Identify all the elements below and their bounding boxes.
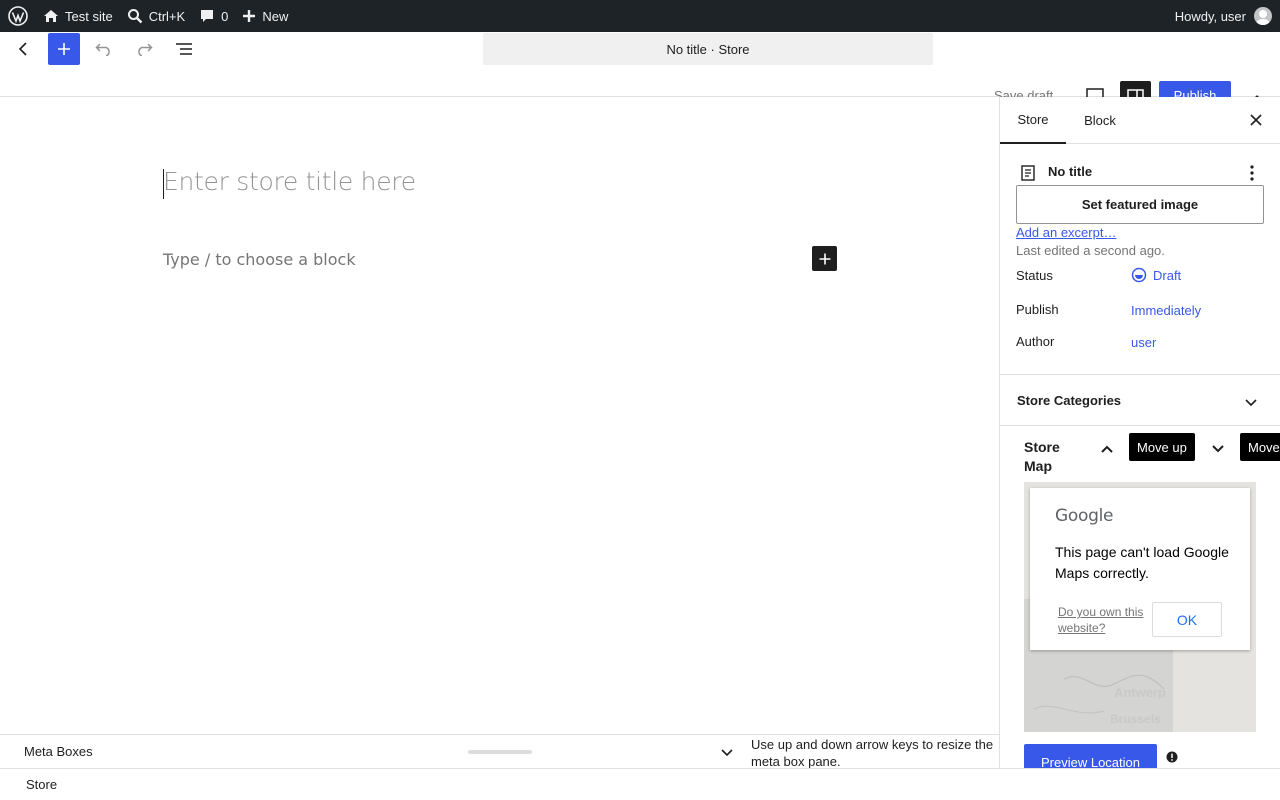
chevron-down-icon xyxy=(1245,399,1257,407)
default-block-appender[interactable]: Type / to choose a block xyxy=(163,250,356,269)
publish-button[interactable]: Publish xyxy=(1159,81,1231,98)
list-view-icon xyxy=(176,43,192,55)
redo-button[interactable] xyxy=(132,37,156,61)
post-title: No title xyxy=(1048,164,1093,179)
title-input[interactable]: Enter store title here xyxy=(163,167,416,196)
tab-block[interactable]: Block xyxy=(1066,97,1134,144)
tab-store[interactable]: Store xyxy=(1000,97,1066,144)
editor-header: No title · Store Save draft Publish xyxy=(0,32,1280,98)
plus-icon xyxy=(243,10,256,22)
block-inserter-toggle[interactable] xyxy=(48,33,80,65)
google-logo: Google xyxy=(1055,506,1114,526)
plus-icon xyxy=(58,43,70,55)
search-shortcut-label: Ctrl+K xyxy=(148,8,186,24)
preview-location-button[interactable]: Preview Location xyxy=(1024,744,1157,768)
set-featured-image-button[interactable]: Set featured image xyxy=(1016,185,1264,224)
editor-canvas: Enter store title here Type / to choose … xyxy=(0,97,999,734)
draft-status-icon xyxy=(1131,267,1147,283)
map-error-dialog: Google This page can't load Google Maps … xyxy=(1030,488,1250,650)
text-caret xyxy=(163,169,164,199)
move-down-tooltip: Move xyxy=(1240,433,1280,461)
status-button[interactable]: Draft xyxy=(1131,267,1181,283)
publish-date-button[interactable]: Immediately xyxy=(1131,303,1201,318)
tab-block-label: Block xyxy=(1084,113,1116,128)
chevron-up-icon xyxy=(1101,445,1113,453)
chevron-down-icon xyxy=(1212,445,1224,453)
undo-icon xyxy=(95,43,110,56)
document-overview-button[interactable] xyxy=(172,37,196,61)
comment-bubble-icon xyxy=(201,10,214,22)
move-down-button[interactable] xyxy=(1207,438,1229,460)
store-categories-panel[interactable]: Store Categories xyxy=(1000,374,1280,426)
home-icon xyxy=(44,10,58,22)
status-value: Draft xyxy=(1153,267,1182,283)
admin-bar: Test site Ctrl+K 0 New Howdy, user xyxy=(0,0,1280,32)
tab-store-label: Store xyxy=(1017,112,1049,127)
sidebar-tabs: Store Block xyxy=(1000,97,1280,144)
chevron-left-icon xyxy=(18,42,27,56)
map-city-label: Antwerp xyxy=(1114,685,1166,700)
site-name-label: Test site xyxy=(65,8,113,24)
meta-boxes-title: Meta Boxes xyxy=(24,744,93,759)
document-title-bar[interactable]: No title · Store xyxy=(483,33,933,65)
map-city-label: Brussels xyxy=(1110,712,1161,726)
my-account-link[interactable]: Howdy, user xyxy=(1168,0,1280,32)
resize-help-text: Use up and down arrow keys to resize the… xyxy=(751,737,994,769)
map-error-message: This page can't load Google Maps correct… xyxy=(1055,544,1229,581)
ok-button[interactable]: OK xyxy=(1152,602,1222,637)
panel-title: Store Categories xyxy=(1017,393,1122,408)
move-up-tooltip: Move up xyxy=(1129,433,1195,461)
more-vertical-icon[interactable] xyxy=(1242,163,1262,183)
new-label: New xyxy=(262,8,289,24)
new-content-link[interactable]: New xyxy=(235,0,295,32)
plus-icon xyxy=(819,253,830,264)
close-sidebar-button[interactable] xyxy=(1244,108,1268,132)
breadcrumb[interactable]: Store xyxy=(26,777,57,792)
wordpress-logo-icon[interactable] xyxy=(0,0,36,32)
last-edited-text: Last edited a second ago. xyxy=(1016,243,1165,258)
avatar xyxy=(1254,7,1272,25)
publish-label: Publish xyxy=(1016,302,1059,317)
own-website-link[interactable]: Do you own this website? xyxy=(1058,604,1150,636)
greeting-label: Howdy, user xyxy=(1174,8,1246,24)
add-excerpt-link[interactable]: Add an excerpt… xyxy=(1016,225,1116,240)
redo-icon xyxy=(138,43,153,56)
store-map[interactable]: Antwerp Brussels Google This page can't … xyxy=(1024,482,1256,732)
document-title: No title · Store xyxy=(666,41,750,57)
search-icon xyxy=(127,9,143,24)
sidebar-icon xyxy=(1127,89,1144,98)
post-document-icon xyxy=(1021,165,1035,181)
undo-button[interactable] xyxy=(92,37,116,61)
settings-toggle-button[interactable] xyxy=(1120,81,1151,98)
chevron-down-icon[interactable] xyxy=(718,743,736,761)
site-name-link[interactable]: Test site xyxy=(36,0,120,32)
status-label: Status xyxy=(1016,268,1053,283)
panel-title: Store Map xyxy=(1024,439,1060,474)
store-map-panel: Store Map Move up Move Antwerp Brussels … xyxy=(1000,426,1280,768)
settings-sidebar: Store Block No title Set featured image … xyxy=(999,97,1280,768)
meta-boxes-pane: Meta Boxes Use up and down arrow keys to… xyxy=(0,734,999,769)
author-button[interactable]: user xyxy=(1131,335,1156,350)
command-palette-link[interactable]: Ctrl+K xyxy=(120,0,192,32)
comments-link[interactable]: 0 xyxy=(192,0,235,32)
block-breadcrumb-bar: Store xyxy=(0,768,1280,800)
author-label: Author xyxy=(1016,334,1055,349)
add-block-button[interactable] xyxy=(812,246,837,271)
comments-count: 0 xyxy=(221,8,229,24)
resize-handle[interactable] xyxy=(468,750,532,754)
move-up-button[interactable] xyxy=(1096,438,1118,460)
close-icon xyxy=(1250,114,1262,126)
back-button[interactable] xyxy=(12,37,36,61)
info-icon[interactable] xyxy=(1166,751,1178,763)
